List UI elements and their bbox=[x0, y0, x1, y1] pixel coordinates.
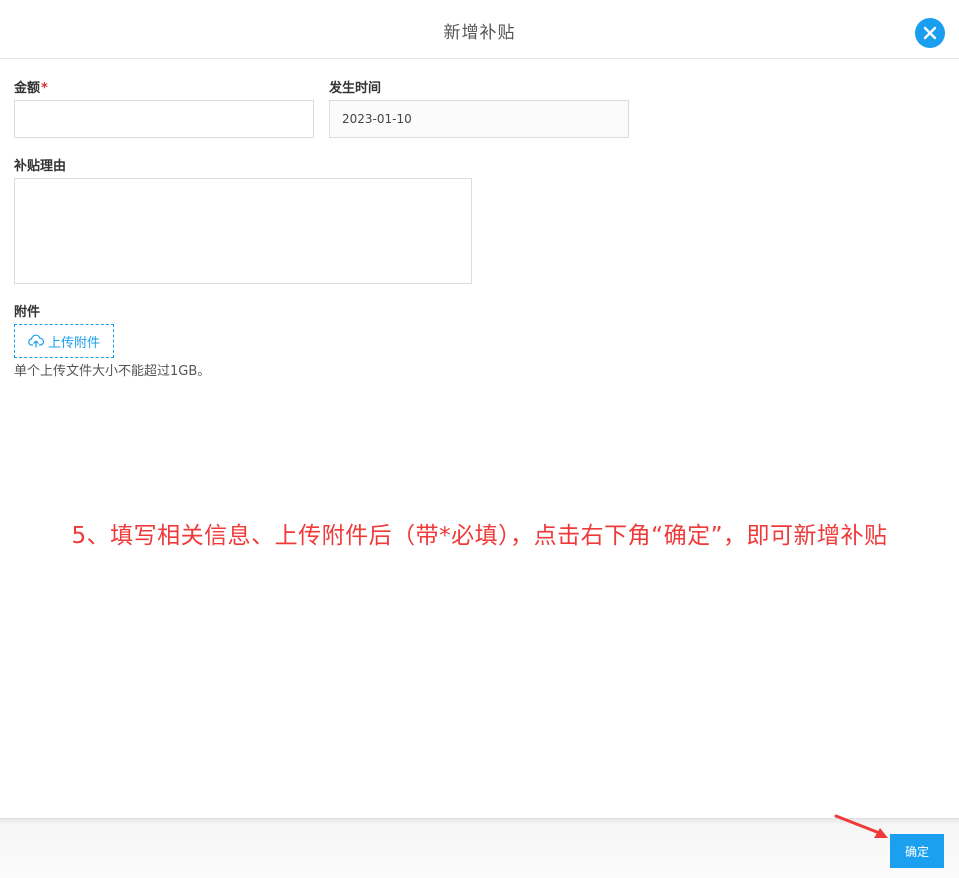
occur-time-value: 2023-01-10 bbox=[342, 112, 412, 126]
upload-attachment-button[interactable]: 上传附件 bbox=[14, 324, 114, 358]
occur-time-input[interactable]: 2023-01-10 bbox=[329, 100, 629, 138]
amount-label: 金额* bbox=[14, 77, 48, 96]
occur-time-label: 发生时间 bbox=[329, 81, 382, 96]
upload-size-hint: 单个上传文件大小不能超过1GB。 bbox=[14, 364, 211, 379]
required-mark: * bbox=[41, 81, 48, 96]
amount-input[interactable] bbox=[14, 100, 314, 138]
dialog-header: 新增补贴 bbox=[0, 0, 959, 59]
close-icon bbox=[923, 26, 937, 40]
attachment-label: 附件 bbox=[14, 305, 41, 320]
reason-label: 补贴理由 bbox=[14, 159, 67, 174]
confirm-button[interactable]: 确定 bbox=[890, 834, 944, 868]
upload-attachment-label: 上传附件 bbox=[47, 335, 100, 351]
cloud-upload-icon bbox=[28, 334, 44, 348]
reason-textarea[interactable] bbox=[14, 178, 472, 284]
close-button[interactable] bbox=[915, 18, 945, 48]
subsidy-dialog: 新增补贴 金额* 发生时间 2023-01-10 补贴理由 附件 上传附件 单个… bbox=[0, 0, 959, 878]
instruction-annotation: 5、填写相关信息、上传附件后（带*必填），点击右下角“确定”，即可新增补贴 bbox=[71, 523, 888, 549]
dialog-title: 新增补贴 bbox=[443, 23, 516, 43]
amount-label-text: 金额 bbox=[14, 81, 41, 96]
dialog-footer bbox=[0, 818, 959, 878]
